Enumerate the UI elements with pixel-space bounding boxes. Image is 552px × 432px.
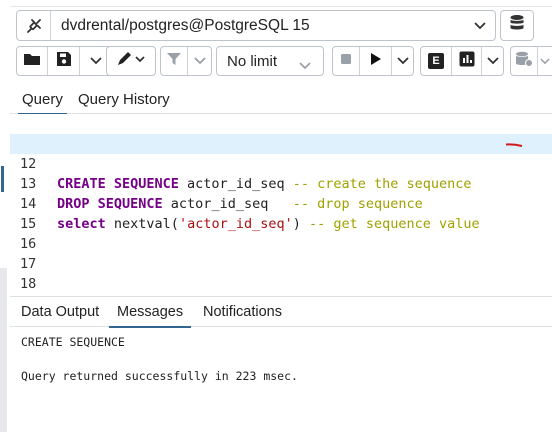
folder-icon	[23, 52, 41, 71]
save-icon	[56, 51, 72, 72]
query-tabs: Query Query History	[10, 78, 552, 115]
execute-button-group	[332, 46, 414, 76]
editor-line-active: 12 CREATE SEQUENCE actor_id_seq -- creat…	[10, 134, 552, 192]
explain-options-dropdown[interactable]	[481, 47, 503, 75]
output-tabs: Data Output Messages Notifications	[10, 296, 552, 328]
gutter-marker	[1, 166, 4, 192]
chevron-down-icon	[299, 57, 311, 75]
editor-line: 15	[10, 194, 552, 232]
open-file-button[interactable]	[17, 47, 47, 75]
message-line: CREATE SEQUENCE	[21, 335, 125, 349]
tab-notifications[interactable]: Notifications	[203, 297, 282, 327]
edit-pen-dropdown[interactable]	[107, 47, 155, 75]
database-icon	[509, 14, 525, 37]
edit-pen-icon	[116, 51, 146, 72]
save-button[interactable]	[47, 47, 79, 75]
filter-icon	[166, 51, 182, 72]
scroll-edge	[0, 268, 7, 432]
tab-query-history[interactable]: Query History	[78, 84, 170, 114]
analyze-chart-icon	[459, 51, 475, 72]
play-icon	[370, 52, 382, 71]
editor-line: 14 select nextval('actor_id_seq') -- get…	[10, 174, 552, 232]
macros-icon	[515, 51, 533, 72]
annotation-mark	[505, 143, 523, 147]
chevron-down-icon	[396, 52, 409, 70]
query-toolbar: No limit E	[10, 44, 552, 78]
query-tool: dvdrental/postgres@PostgreSQL 15 No limi…	[10, 0, 552, 432]
plug-icon	[17, 11, 51, 40]
macros-button-group	[510, 46, 552, 76]
editor-line: 13 DROP SEQUENCE actor_id_seq -- drop se…	[10, 154, 552, 212]
chevron-down-icon	[539, 52, 550, 70]
filter-button[interactable]	[161, 47, 187, 75]
connection-bar: dvdrental/postgres@PostgreSQL 15	[10, 0, 552, 44]
explain-icon: E	[428, 53, 444, 69]
explain-analyze-button[interactable]	[451, 47, 481, 75]
edit-button-group[interactable]	[106, 46, 156, 76]
stop-icon	[340, 52, 352, 70]
row-limit-select[interactable]: No limit	[216, 46, 324, 76]
editor-line: 16	[10, 214, 552, 252]
editor-line: 11	[10, 114, 552, 152]
chevron-down-icon	[486, 52, 499, 70]
stop-button[interactable]	[333, 47, 359, 75]
tab-data-output[interactable]: Data Output	[21, 297, 99, 327]
tab-messages[interactable]: Messages	[108, 297, 192, 328]
messages-panel: CREATE SEQUENCE Query returned successfu…	[10, 328, 552, 432]
explain-button-group: E	[420, 46, 504, 76]
connection-selector[interactable]: dvdrental/postgres@PostgreSQL 15	[16, 10, 496, 41]
editor-line: 18	[10, 254, 552, 292]
editor-line: 19	[10, 274, 552, 294]
file-button-group	[16, 46, 112, 76]
chevron-down-icon	[89, 52, 102, 70]
execute-button[interactable]	[359, 47, 391, 75]
macros-options-dropdown[interactable]	[537, 47, 551, 75]
connection-label: dvdrental/postgres@PostgreSQL 15	[61, 16, 310, 34]
macros-button[interactable]	[511, 47, 537, 75]
chevron-down-icon	[193, 52, 206, 70]
editor-line: 17	[10, 234, 552, 272]
execute-options-dropdown[interactable]	[391, 47, 413, 75]
tab-query[interactable]: Query	[18, 84, 67, 115]
sql-editor[interactable]: 11 12 CREATE SEQUENCE actor_id_seq -- cr…	[10, 114, 552, 296]
explain-button[interactable]: E	[421, 47, 451, 75]
message-line: Query returned successfully in 223 msec.	[21, 369, 298, 383]
row-limit-value: No limit	[227, 52, 278, 70]
left-rail	[0, 0, 10, 432]
filter-button-group	[160, 46, 212, 76]
filter-options-dropdown[interactable]	[187, 47, 211, 75]
new-connection-button[interactable]	[500, 10, 534, 41]
top-border	[10, 0, 552, 7]
chevron-down-icon[interactable]	[465, 21, 495, 30]
